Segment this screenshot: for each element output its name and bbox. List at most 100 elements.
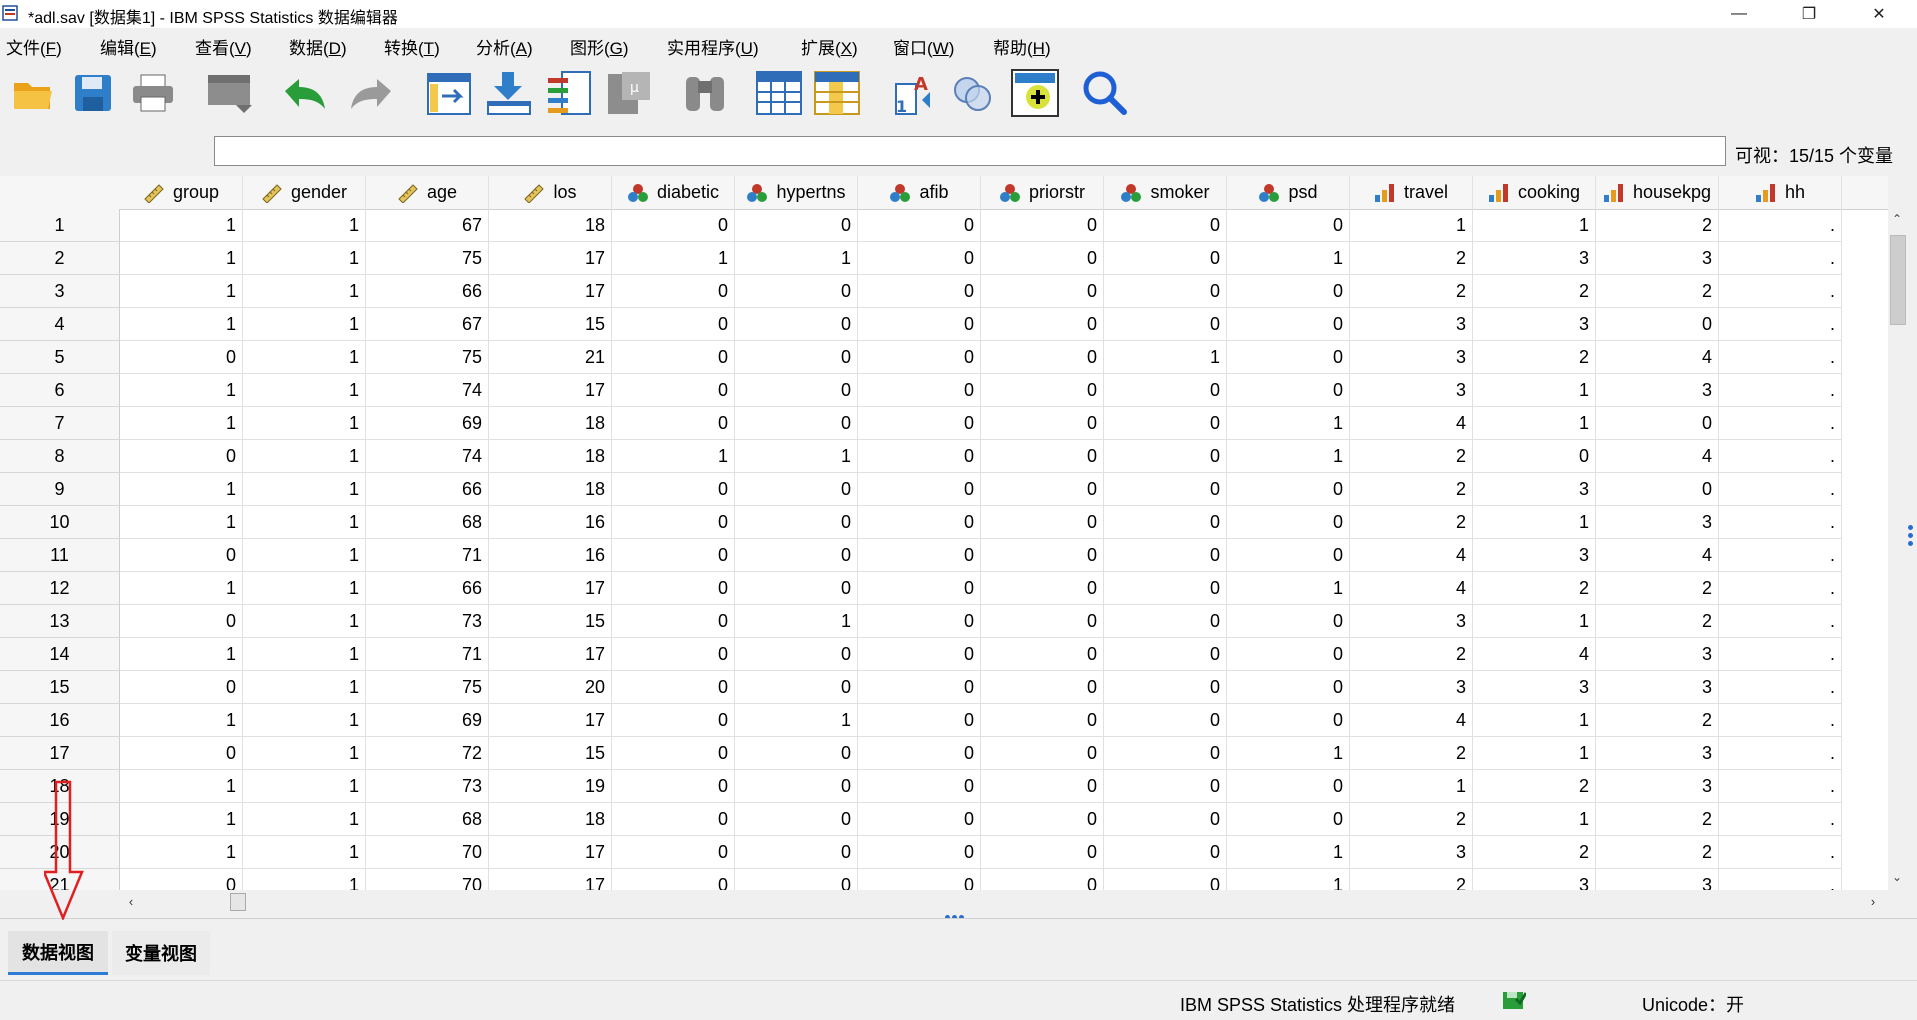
data-cell[interactable]: 17 — [489, 638, 612, 671]
find-button[interactable] — [680, 68, 730, 118]
data-cell[interactable]: 74 — [366, 440, 489, 473]
data-cell[interactable]: 0 — [858, 473, 981, 506]
scroll-down-button[interactable]: ⌄ — [1887, 868, 1907, 886]
data-cell[interactable]: 15 — [489, 605, 612, 638]
data-cell[interactable]: 0 — [858, 275, 981, 308]
data-cell[interactable]: 75 — [366, 671, 489, 704]
minimize-button[interactable]: — — [1716, 0, 1762, 28]
data-cell[interactable]: 3 — [1350, 374, 1473, 407]
data-cell[interactable]: 15 — [489, 308, 612, 341]
data-cell[interactable]: 0 — [120, 539, 243, 572]
data-cell[interactable]: 0 — [1104, 242, 1227, 275]
column-header-11[interactable]: cooking — [1473, 176, 1596, 209]
data-cell[interactable]: 0 — [1104, 803, 1227, 836]
row-number[interactable]: 5 — [0, 341, 120, 374]
data-cell[interactable]: 0 — [858, 506, 981, 539]
data-cell[interactable]: 1 — [243, 209, 366, 242]
go-to-case-button[interactable] — [424, 68, 474, 118]
data-cell[interactable]: 0 — [981, 638, 1104, 671]
data-cell[interactable]: 0 — [612, 473, 735, 506]
data-cell[interactable]: 0 — [858, 374, 981, 407]
data-cell[interactable]: 19 — [489, 770, 612, 803]
data-cell[interactable]: 3 — [1473, 869, 1596, 890]
data-cell[interactable]: 0 — [612, 704, 735, 737]
data-cell[interactable]: 0 — [612, 605, 735, 638]
data-cell[interactable]: . — [1719, 473, 1842, 506]
data-cell[interactable]: 1 — [120, 506, 243, 539]
data-cell[interactable]: 70 — [366, 836, 489, 869]
data-cell[interactable]: 66 — [366, 572, 489, 605]
data-cell[interactable]: 1 — [120, 242, 243, 275]
data-cell[interactable]: 0 — [120, 440, 243, 473]
data-cell[interactable]: 70 — [366, 869, 489, 890]
data-cell[interactable]: 1 — [1227, 242, 1350, 275]
data-cell[interactable]: 1 — [243, 770, 366, 803]
data-cell[interactable]: 0 — [858, 704, 981, 737]
data-cell[interactable]: 0 — [1227, 704, 1350, 737]
data-cell[interactable]: 0 — [735, 407, 858, 440]
data-cell[interactable]: 1 — [1473, 605, 1596, 638]
data-cell[interactable]: 3 — [1473, 539, 1596, 572]
data-cell[interactable]: 1 — [243, 506, 366, 539]
data-cell[interactable]: 4 — [1350, 539, 1473, 572]
data-cell[interactable]: 20 — [489, 671, 612, 704]
data-cell[interactable]: . — [1719, 407, 1842, 440]
tab-data-view[interactable]: 数据视图 — [8, 931, 108, 975]
data-cell[interactable]: 1 — [120, 308, 243, 341]
data-cell[interactable]: 0 — [1473, 440, 1596, 473]
data-cell[interactable]: 18 — [489, 473, 612, 506]
data-cell[interactable]: 2 — [1350, 638, 1473, 671]
data-cell[interactable]: 1 — [243, 539, 366, 572]
data-grid[interactable]: group gender age los diabetic hypertns afib pri… — [0, 176, 1888, 890]
data-cell[interactable]: 3 — [1596, 242, 1719, 275]
data-cell[interactable]: 0 — [858, 209, 981, 242]
data-cell[interactable]: 1 — [120, 275, 243, 308]
data-cell[interactable]: 17 — [489, 572, 612, 605]
weight-cases-button[interactable] — [948, 68, 998, 118]
row-number[interactable]: 17 — [0, 737, 120, 770]
data-cell[interactable]: 1 — [1473, 407, 1596, 440]
data-cell[interactable]: 1 — [243, 308, 366, 341]
cell-editor-input[interactable] — [214, 136, 1726, 166]
data-cell[interactable]: . — [1719, 308, 1842, 341]
data-cell[interactable]: 0 — [981, 440, 1104, 473]
data-cell[interactable]: 1 — [243, 242, 366, 275]
data-cell[interactable]: . — [1719, 869, 1842, 890]
data-cell[interactable]: 0 — [612, 836, 735, 869]
data-cell[interactable]: 1 — [612, 440, 735, 473]
undo-button[interactable] — [280, 68, 330, 118]
data-cell[interactable]: 0 — [735, 671, 858, 704]
vertical-scroll-thumb[interactable] — [1890, 235, 1906, 325]
data-cell[interactable]: . — [1719, 638, 1842, 671]
data-cell[interactable]: 0 — [735, 209, 858, 242]
data-cell[interactable]: . — [1719, 506, 1842, 539]
data-cell[interactable]: 3 — [1596, 770, 1719, 803]
menu-item-2[interactable]: 查看(V) — [195, 34, 252, 59]
data-cell[interactable]: 0 — [981, 506, 1104, 539]
data-cell[interactable]: 1 — [120, 770, 243, 803]
data-cell[interactable]: 1 — [243, 869, 366, 890]
column-header-9[interactable]: psd — [1227, 176, 1350, 209]
data-cell[interactable]: . — [1719, 275, 1842, 308]
data-cell[interactable]: . — [1719, 572, 1842, 605]
data-cell[interactable]: 0 — [981, 572, 1104, 605]
data-cell[interactable]: 2 — [1596, 605, 1719, 638]
column-header-0[interactable]: group — [120, 176, 243, 209]
data-cell[interactable]: 17 — [489, 869, 612, 890]
row-number[interactable]: 3 — [0, 275, 120, 308]
data-cell[interactable]: 3 — [1596, 737, 1719, 770]
data-cell[interactable]: 0 — [981, 737, 1104, 770]
data-cell[interactable]: 0 — [858, 341, 981, 374]
save-button[interactable] — [68, 68, 118, 118]
data-cell[interactable]: 0 — [858, 242, 981, 275]
data-cell[interactable]: 0 — [120, 605, 243, 638]
data-cell[interactable]: 0 — [1104, 605, 1227, 638]
data-cell[interactable]: 1 — [120, 638, 243, 671]
data-cell[interactable]: 0 — [1104, 671, 1227, 704]
data-cell[interactable]: 0 — [981, 869, 1104, 890]
data-cell[interactable]: 0 — [1596, 308, 1719, 341]
data-cell[interactable]: 2 — [1596, 572, 1719, 605]
row-number[interactable]: 11 — [0, 539, 120, 572]
data-cell[interactable]: 69 — [366, 407, 489, 440]
menu-item-8[interactable]: 扩展(X) — [801, 34, 858, 59]
